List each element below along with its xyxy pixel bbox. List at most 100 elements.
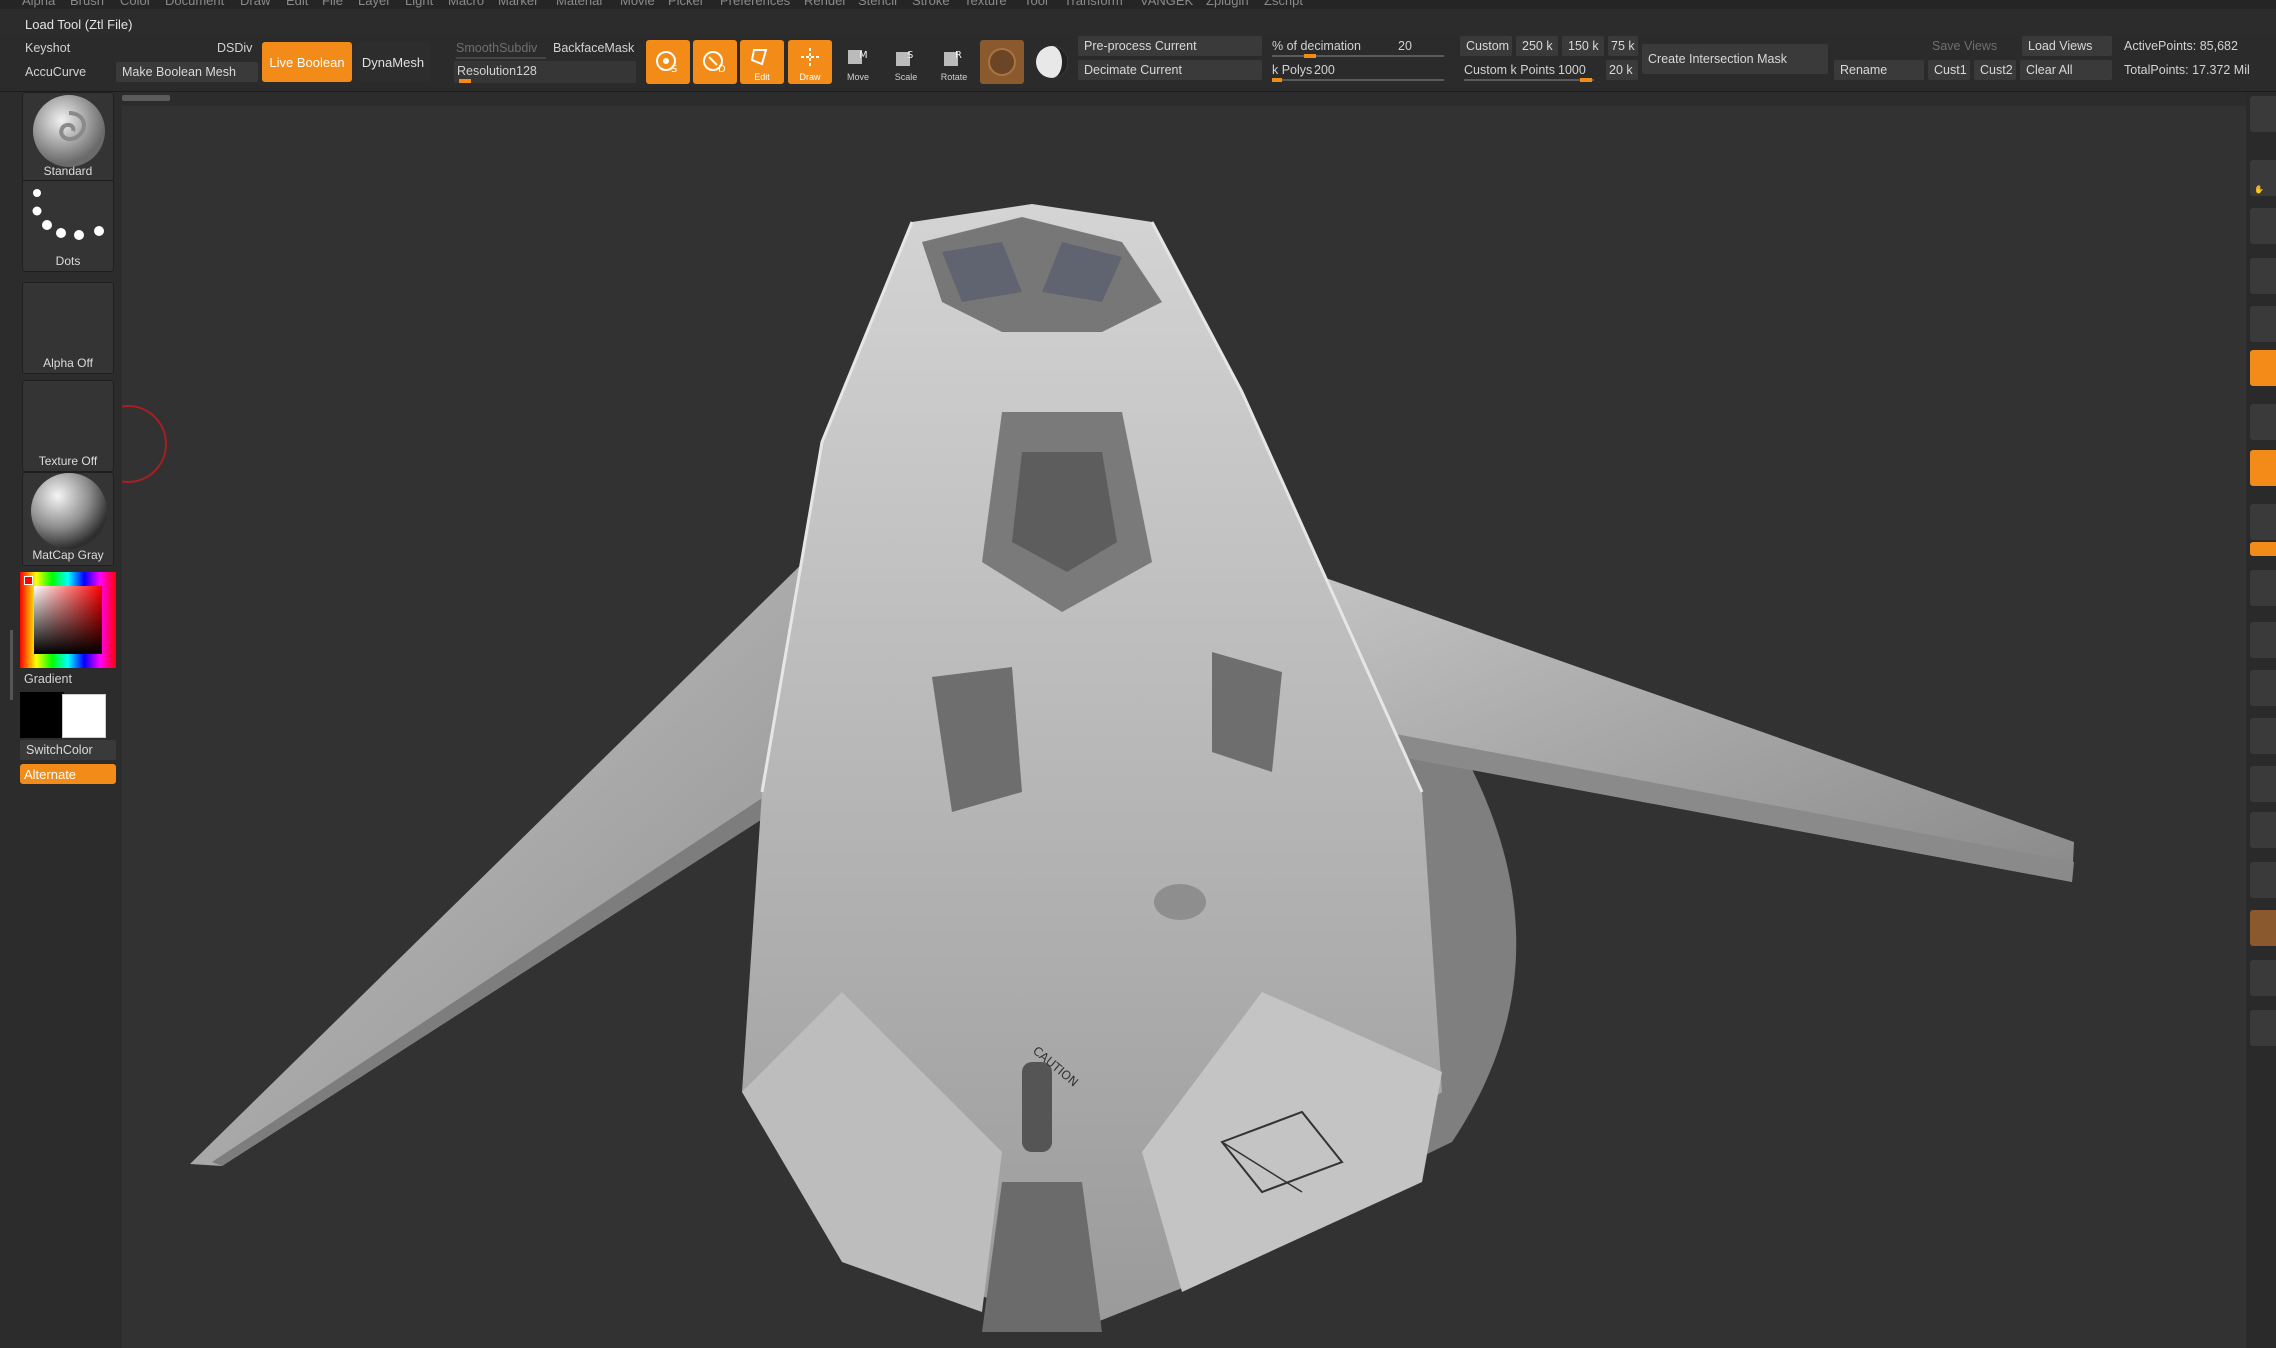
polyf-button[interactable] bbox=[2250, 812, 2276, 848]
lsym-button[interactable] bbox=[2250, 504, 2276, 540]
save-views-button[interactable]: Save Views bbox=[1932, 39, 1997, 53]
gxyz-button[interactable] bbox=[2250, 542, 2276, 556]
custom-button[interactable]: Custom bbox=[1460, 36, 1512, 56]
color-picker[interactable] bbox=[20, 572, 116, 668]
smoothsubdiv-button[interactable]: SmoothSubdiv bbox=[456, 41, 537, 55]
menu-texture[interactable]: Texture bbox=[964, 0, 1007, 8]
zoom-view-button[interactable] bbox=[2250, 718, 2276, 754]
kpolys-slider[interactable]: k Polys 200 bbox=[1268, 60, 1448, 82]
decimate-current-button[interactable]: Decimate Current bbox=[1078, 60, 1262, 80]
dynamesh-button[interactable]: DynaMesh bbox=[356, 42, 430, 82]
live-boolean-button[interactable]: Live Boolean bbox=[262, 42, 352, 82]
clear-all-button[interactable]: Clear All bbox=[2020, 60, 2112, 80]
menu-color[interactable]: Color bbox=[120, 0, 151, 8]
frame-button[interactable] bbox=[2250, 622, 2276, 658]
menu-movie[interactable]: Movie bbox=[620, 0, 655, 8]
cust2-button[interactable]: Cust2 bbox=[1974, 60, 2016, 80]
menu-layer[interactable]: Layer bbox=[358, 0, 391, 8]
switchcolor-button[interactable]: SwitchColor bbox=[20, 740, 116, 760]
pct-decimation-handle[interactable] bbox=[1304, 54, 1316, 58]
custom-kpoints-slider[interactable]: Custom k Points 1000 bbox=[1460, 60, 1596, 82]
250k-button[interactable]: 250 k bbox=[1516, 36, 1558, 56]
load-views-button[interactable]: Load Views bbox=[2022, 36, 2112, 56]
75k-button[interactable]: 75 k bbox=[1608, 36, 1638, 56]
material-selector[interactable]: MatCap Gray bbox=[22, 472, 114, 566]
menu-picker[interactable]: Picker bbox=[668, 0, 704, 8]
menu-edit[interactable]: Edit bbox=[286, 0, 308, 8]
left-tray-handle[interactable] bbox=[10, 630, 13, 700]
canvas-viewport[interactable]: CAUTION bbox=[89, 92, 2246, 1348]
scroll-button[interactable]: ✋ bbox=[2250, 160, 2276, 196]
pct-decimation-slider[interactable]: % of decimation 20 bbox=[1268, 36, 1448, 58]
alternate-button[interactable]: Alternate bbox=[20, 764, 116, 784]
color-picker-cursor[interactable] bbox=[24, 576, 33, 585]
xpose-button[interactable] bbox=[2250, 1010, 2276, 1046]
main-color-swatch[interactable] bbox=[62, 694, 106, 738]
local-button[interactable] bbox=[2250, 450, 2276, 486]
menu-alpha[interactable]: Alpha bbox=[22, 0, 55, 8]
menu-transform[interactable]: Transform bbox=[1064, 0, 1123, 8]
menu-brush[interactable]: Brush bbox=[70, 0, 104, 8]
load-tool-button[interactable]: Load Tool (Ztl File) bbox=[25, 17, 132, 32]
resolution-handle[interactable] bbox=[459, 79, 471, 83]
cust1-button[interactable]: Cust1 bbox=[1928, 60, 1970, 80]
menu-preferences[interactable]: Preferences bbox=[720, 0, 790, 8]
resolution-slider[interactable]: Resolution 128 bbox=[454, 61, 636, 83]
rename-button[interactable]: Rename bbox=[1834, 60, 1924, 80]
spaceship-model[interactable]: CAUTION bbox=[89, 92, 2246, 1348]
dynamic-button[interactable] bbox=[2250, 910, 2276, 946]
gizmo-d-button[interactable]: D bbox=[693, 40, 737, 84]
menu-light[interactable]: Light bbox=[405, 0, 433, 8]
menu-stroke[interactable]: Stroke bbox=[912, 0, 950, 8]
menu-draw[interactable]: Draw bbox=[240, 0, 270, 8]
150k-button[interactable]: 150 k bbox=[1562, 36, 1604, 56]
viewport-scroll-handle[interactable] bbox=[122, 95, 170, 101]
gizmo-s-button[interactable]: S bbox=[646, 40, 690, 84]
scale-button[interactable]: S Scale bbox=[884, 40, 928, 84]
preprocess-current-button[interactable]: Pre-process Current bbox=[1078, 36, 1262, 56]
kpolys-handle[interactable] bbox=[1272, 78, 1282, 82]
actual-button[interactable] bbox=[2250, 258, 2276, 294]
stroke-selector[interactable]: Dots bbox=[22, 180, 114, 272]
move-button[interactable]: M Move bbox=[836, 40, 880, 84]
keyshot-button[interactable]: Keyshot bbox=[25, 41, 70, 55]
edit-button[interactable]: Edit bbox=[740, 40, 784, 84]
gradient-button[interactable]: Gradient bbox=[24, 672, 72, 686]
dsdiv-button[interactable]: DSDiv bbox=[217, 41, 252, 55]
zoom-button[interactable] bbox=[2250, 208, 2276, 244]
rotate-view-button[interactable] bbox=[2250, 766, 2276, 802]
backfacemask-button[interactable]: BackfaceMask bbox=[553, 41, 634, 55]
custom-kpoints-handle[interactable] bbox=[1580, 78, 1592, 82]
make-boolean-mesh-button[interactable]: Make Boolean Mesh bbox=[116, 62, 258, 82]
smoothsubdiv-slider[interactable] bbox=[456, 57, 546, 59]
floor-button[interactable] bbox=[2250, 404, 2276, 440]
transp-button[interactable] bbox=[2250, 862, 2276, 898]
rotate-button[interactable]: R Rotate bbox=[932, 40, 976, 84]
rotate-axis-button[interactable] bbox=[2250, 570, 2276, 606]
menu-stencil[interactable]: Stencil bbox=[858, 0, 897, 8]
alpha-selector[interactable]: Alpha Off bbox=[22, 282, 114, 374]
menu-marker[interactable]: Marker bbox=[498, 0, 538, 8]
move-view-button[interactable] bbox=[2250, 670, 2276, 706]
material-swatch-button[interactable] bbox=[980, 40, 1024, 84]
menu-file[interactable]: File bbox=[322, 0, 343, 8]
create-intersection-mask-button[interactable]: Create Intersection Mask bbox=[1642, 44, 1828, 74]
color-picker-square[interactable] bbox=[34, 586, 102, 654]
draw-button[interactable]: Draw bbox=[788, 40, 832, 84]
menu-zscript[interactable]: Zscript bbox=[1264, 0, 1303, 8]
20k-button[interactable]: 20 k bbox=[1606, 60, 1638, 80]
menu-tool[interactable]: Tool bbox=[1024, 0, 1048, 8]
persp-button[interactable] bbox=[2250, 350, 2276, 386]
accucurve-button[interactable]: AccuCurve bbox=[25, 65, 86, 79]
menu-macro[interactable]: Macro bbox=[448, 0, 484, 8]
texture-selector[interactable]: Texture Off bbox=[22, 380, 114, 472]
menu-material[interactable]: Material bbox=[556, 0, 602, 8]
menu-document[interactable]: Document bbox=[165, 0, 224, 8]
menu-vangek[interactable]: VANGEK bbox=[1140, 0, 1193, 8]
aahalf-button[interactable] bbox=[2250, 306, 2276, 342]
bpr-button[interactable] bbox=[2250, 96, 2276, 132]
menu-render[interactable]: Render bbox=[804, 0, 847, 8]
brush-selector[interactable]: Standard bbox=[22, 92, 114, 182]
menu-zplugin[interactable]: Zplugin bbox=[1206, 0, 1249, 8]
solo-button[interactable] bbox=[2250, 960, 2276, 996]
